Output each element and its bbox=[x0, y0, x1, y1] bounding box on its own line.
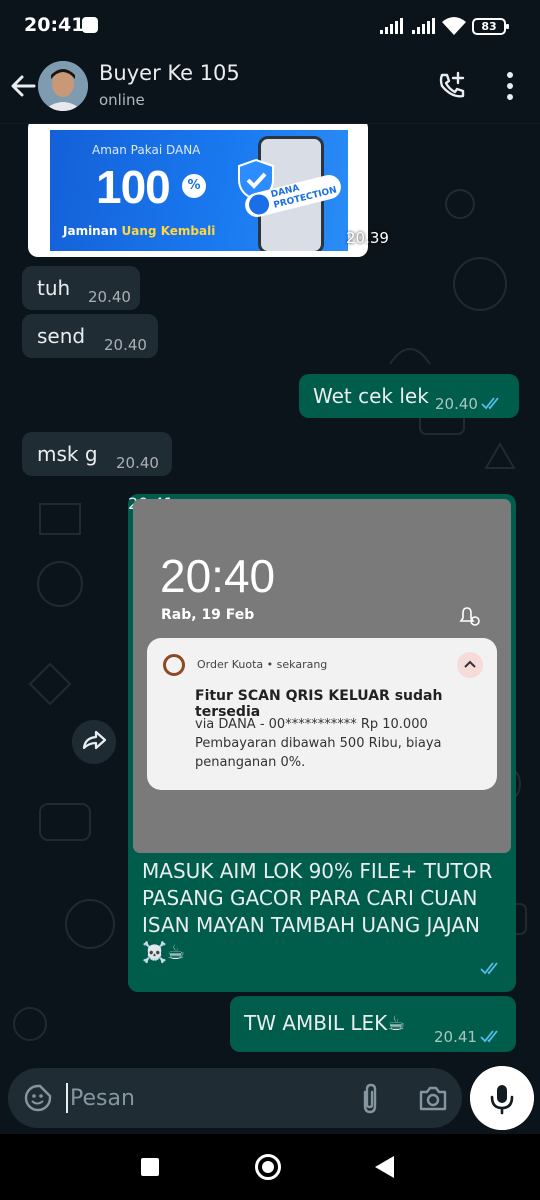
message-time: 20.40 bbox=[435, 395, 478, 413]
signal-icon bbox=[412, 18, 436, 34]
outgoing-message[interactable]: Wet cek lek 20.40 bbox=[299, 374, 519, 418]
back-arrow-icon[interactable] bbox=[8, 71, 38, 101]
status-bar: 20:41 83 bbox=[0, 0, 540, 54]
compose-box bbox=[8, 1068, 462, 1128]
promo-percent: % bbox=[182, 174, 206, 198]
back-button[interactable] bbox=[375, 1156, 394, 1178]
message-time: 20.41 bbox=[434, 1028, 477, 1046]
camera-icon[interactable] bbox=[418, 1084, 448, 1112]
message-text: MASUK AIM LOK 90% FILE+ TUTOR PASANG GAC… bbox=[142, 859, 493, 964]
message-time: 20.40 bbox=[116, 454, 159, 472]
notification-body: via DANA - 00*********** Rp 10.000 Pemba… bbox=[195, 717, 442, 770]
system-nav-bar bbox=[0, 1134, 540, 1200]
screenshot-message[interactable]: 20:40 Rab, 19 Feb Order Kuota • sekarang… bbox=[128, 494, 516, 992]
wifi-icon bbox=[442, 17, 466, 35]
home-button[interactable] bbox=[255, 1154, 281, 1180]
notification-settings-icon bbox=[459, 607, 480, 626]
incoming-message[interactable]: send 20.40 bbox=[22, 314, 158, 358]
contact-status: online bbox=[99, 91, 145, 109]
message-text: send bbox=[37, 324, 86, 348]
signal-icon bbox=[380, 18, 404, 34]
forward-icon[interactable] bbox=[72, 720, 116, 764]
message-text: msk g bbox=[37, 442, 98, 466]
screenshot-image: 20:40 Rab, 19 Feb Order Kuota • sekarang… bbox=[133, 499, 511, 853]
promo-tagline: Aman Pakai DANA bbox=[92, 143, 201, 157]
message-time: 20.40 bbox=[88, 288, 131, 306]
lockscreen-date: Rab, 19 Feb bbox=[161, 607, 255, 623]
message-input[interactable] bbox=[66, 1083, 336, 1113]
read-ticks-icon bbox=[480, 962, 498, 975]
mic-icon[interactable] bbox=[470, 1066, 534, 1130]
avatar[interactable] bbox=[38, 61, 88, 111]
contact-name[interactable]: Buyer Ke 105 bbox=[99, 61, 240, 85]
notification-icon bbox=[82, 17, 98, 33]
incoming-message[interactable]: tuh 20.40 bbox=[22, 266, 140, 310]
promo-image: Aman Pakai DANA 100 % Jaminan Uang Kemba… bbox=[50, 130, 348, 251]
outgoing-message[interactable]: TW AMBIL LEK☕ 20.41 bbox=[230, 996, 516, 1052]
battery-icon: 83 bbox=[472, 18, 509, 35]
promo-number: 100 bbox=[96, 161, 171, 213]
more-vert-icon[interactable] bbox=[498, 72, 522, 100]
sticker-icon[interactable] bbox=[24, 1084, 52, 1112]
chevron-up-icon bbox=[457, 652, 483, 678]
message-text: TW AMBIL LEK☕ bbox=[244, 1011, 406, 1035]
chat-area[interactable]: Aman Pakai DANA 100 % Jaminan Uang Kemba… bbox=[0, 124, 540, 1064]
message-text: Wet cek lek bbox=[313, 384, 429, 408]
notification-card: Order Kuota • sekarang Fitur SCAN QRIS K… bbox=[147, 638, 497, 790]
recents-button[interactable] bbox=[141, 1158, 159, 1176]
message-time: 20.40 bbox=[104, 336, 147, 354]
read-ticks-icon bbox=[480, 1030, 498, 1043]
chat-header: Buyer Ke 105 online bbox=[0, 54, 540, 124]
app-icon bbox=[163, 654, 185, 676]
promo-guarantee: Jaminan Uang Kembali bbox=[63, 224, 216, 238]
message-time: 20.39 bbox=[346, 229, 389, 247]
status-time: 20:41 bbox=[24, 14, 85, 36]
image-message[interactable]: Aman Pakai DANA 100 % Jaminan Uang Kemba… bbox=[28, 124, 389, 257]
attach-icon[interactable] bbox=[358, 1082, 382, 1114]
incoming-message[interactable]: msk g 20.40 bbox=[22, 432, 172, 476]
lockscreen-time: 20:40 bbox=[160, 550, 276, 602]
message-text: tuh bbox=[37, 276, 71, 300]
notification-app: Order Kuota • sekarang bbox=[197, 658, 328, 671]
add-call-icon[interactable] bbox=[436, 70, 468, 102]
compose-bar bbox=[0, 1064, 540, 1132]
read-ticks-icon bbox=[481, 397, 499, 410]
